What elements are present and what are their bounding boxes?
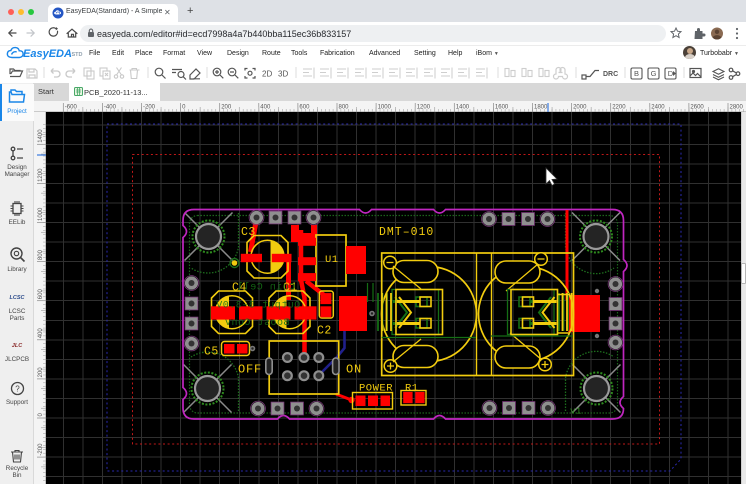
svg-text:C5: C5 (204, 346, 219, 359)
svg-text:800: 800 (38, 249, 44, 260)
svg-text:-200: -200 (143, 105, 156, 111)
svg-text:1000: 1000 (38, 207, 44, 221)
svg-text:R1: R1 (405, 383, 419, 395)
svg-text:B: B (634, 69, 639, 78)
svg-text:G: G (651, 69, 657, 78)
svg-text:1400: 1400 (456, 105, 470, 111)
svg-text:1200: 1200 (38, 168, 44, 182)
svg-text:1200: 1200 (417, 105, 431, 111)
svg-text:1600: 1600 (495, 105, 509, 111)
svg-text:C2: C2 (317, 325, 332, 338)
svg-text:1800: 1800 (534, 105, 548, 111)
svg-text:STD: STD (72, 52, 83, 58)
svg-text:2800: 2800 (730, 105, 744, 111)
svg-text:U1: U1 (325, 254, 339, 266)
svg-text:2400: 2400 (651, 105, 665, 111)
svg-text:OFF: OFF (238, 363, 262, 377)
svg-text:2D: 2D (262, 70, 272, 79)
svg-text:D: D (668, 69, 674, 78)
svg-text:200: 200 (221, 105, 232, 111)
svg-text:EasyEDA: EasyEDA (23, 48, 72, 60)
svg-text:400: 400 (260, 105, 271, 111)
svg-text:1000: 1000 (378, 105, 392, 111)
svg-text:-600: -600 (65, 105, 78, 111)
svg-text:DMT–010: DMT–010 (379, 226, 434, 239)
svg-text:POWER: POWER (359, 383, 393, 395)
svg-text:600: 600 (299, 105, 310, 111)
svg-text:2600: 2600 (690, 105, 704, 111)
svg-text:800: 800 (339, 105, 350, 111)
svg-text:3D: 3D (278, 70, 288, 79)
svg-text:DRC: DRC (603, 71, 618, 78)
svg-text:600: 600 (38, 289, 44, 300)
svg-text:C3: C3 (241, 226, 256, 239)
svg-text:200: 200 (38, 367, 44, 378)
svg-text:v1: v1 (570, 407, 582, 417)
svg-text:2200: 2200 (612, 105, 626, 111)
svg-text:-200: -200 (38, 443, 44, 456)
svg-text:-400: -400 (104, 105, 117, 111)
svg-text:Output 3–3.0V: Output 3–3.0V (216, 301, 301, 312)
svg-text:400: 400 (38, 328, 44, 339)
svg-text:ON: ON (346, 363, 362, 377)
svg-text:Coin Cell: Coin Cell (237, 282, 296, 294)
svg-text:Boost Conv: Boost Conv (224, 318, 289, 329)
svg-text:2000: 2000 (573, 105, 587, 111)
svg-text:1400: 1400 (38, 129, 44, 143)
svg-text:?: ? (15, 385, 20, 394)
